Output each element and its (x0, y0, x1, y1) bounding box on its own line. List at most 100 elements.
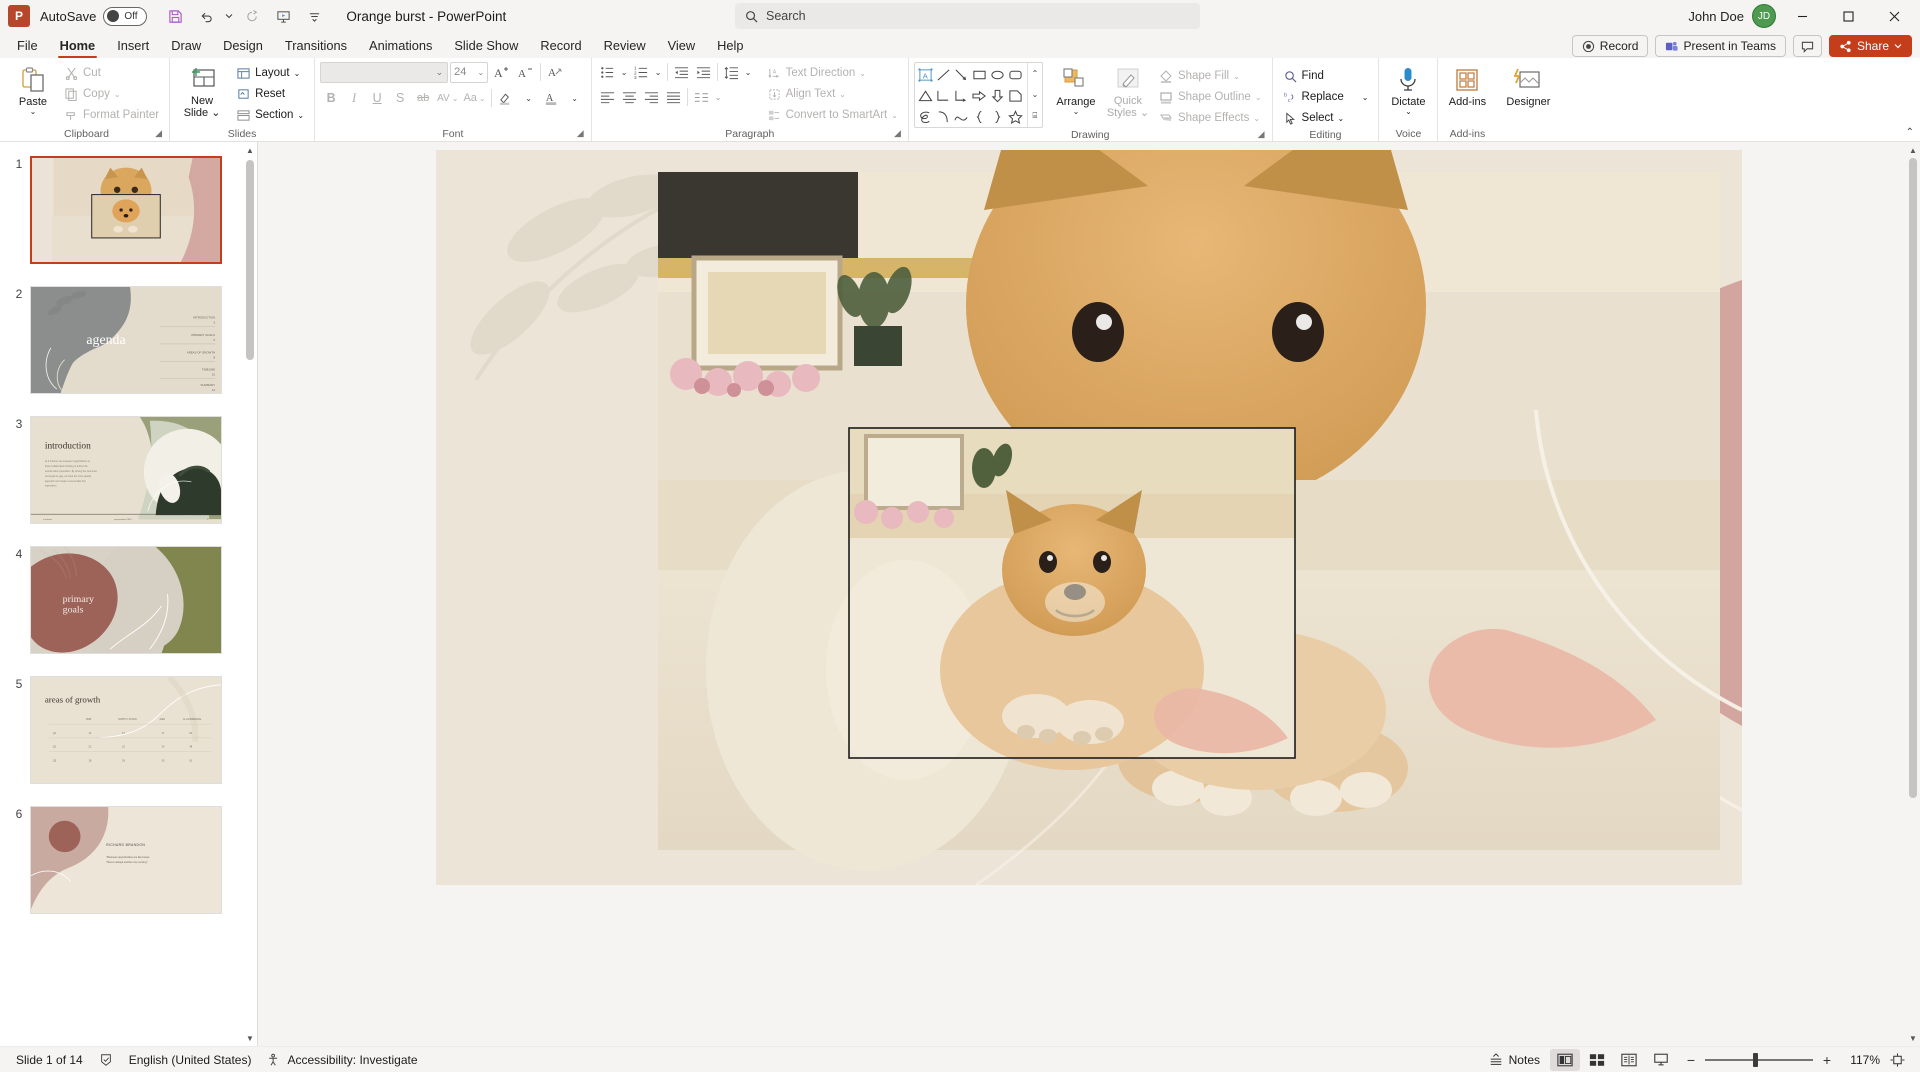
replace-button[interactable]: bc Replace ⌄ (1278, 87, 1374, 107)
columns-button[interactable] (691, 87, 712, 108)
accessibility-checker[interactable]: Accessibility: Investigate (259, 1049, 425, 1071)
shape-rounded-rectangle-icon[interactable] (1007, 64, 1025, 85)
numbering-button[interactable]: 123 (631, 62, 652, 83)
tab-view[interactable]: View (657, 35, 707, 58)
avatar[interactable]: JD (1752, 4, 1776, 28)
shape-effects-button[interactable]: Shape Effects ⌄ (1154, 108, 1267, 128)
autosave-toggle[interactable]: Off (103, 6, 148, 26)
slide-show-view-button[interactable] (1646, 1049, 1676, 1071)
shape-curve-icon[interactable] (953, 106, 971, 127)
undo-dropdown-icon[interactable] (223, 3, 235, 29)
dictate-chevron-down-icon[interactable]: ⌄ (1405, 108, 1412, 116)
thumbnail-item-3[interactable]: 3 introduction At Z Interiors we empower… (0, 416, 257, 524)
align-center-button[interactable] (619, 87, 640, 108)
canvas-scroll-down-icon[interactable]: ▼ (1906, 1030, 1920, 1046)
shapes-scroll-up-icon[interactable]: ⌃ (1032, 69, 1039, 78)
shape-fill-button[interactable]: Shape Fill ⌄ (1154, 66, 1267, 86)
font-color-button[interactable]: A (541, 88, 563, 109)
zoom-in-button[interactable]: + (1820, 1052, 1834, 1068)
arrange-button[interactable]: Arrange ⌄ (1050, 61, 1102, 116)
select-button[interactable]: Select ⌄ (1278, 108, 1374, 128)
clear-all-formatting-button[interactable]: A (545, 62, 567, 83)
text-highlight-color-button[interactable] (495, 88, 517, 109)
text-direction-button[interactable]: A Text Direction ⌄ (762, 63, 903, 83)
customize-quick-access-icon[interactable] (300, 3, 328, 29)
shapes-scroll-down-icon[interactable]: ⌄ (1032, 90, 1039, 99)
thumbnail-item-4[interactable]: 4 primary goals (0, 546, 257, 654)
shape-star-icon[interactable] (1007, 106, 1025, 127)
shape-fill-chevron-down-icon[interactable]: ⌄ (1233, 72, 1240, 81)
replace-chevron-down-icon[interactable]: ⌄ (1362, 93, 1369, 102)
normal-view-button[interactable] (1550, 1048, 1580, 1071)
addins-button[interactable]: Add-ins (1443, 61, 1491, 108)
thumbnail-scrollbar[interactable]: ▲ ▼ (243, 142, 257, 1046)
decrease-font-size-button[interactable]: A (514, 62, 536, 83)
collapse-ribbon-button[interactable]: ⌃ (1906, 127, 1914, 138)
thumbnail-slide-2[interactable]: agenda INTRODUCTION 3 PRIMARY GOALS 5 AREA… (30, 286, 222, 394)
shape-line-icon[interactable] (935, 64, 953, 85)
clipboard-dialog-launcher[interactable]: ◢ (155, 126, 162, 140)
thumbnail-slide-3[interactable]: introduction At Z Interiors we empower o… (30, 416, 222, 524)
tab-animations[interactable]: Animations (358, 35, 443, 58)
tab-review[interactable]: Review (593, 35, 657, 58)
shape-oval-icon[interactable] (989, 64, 1007, 85)
notes-button[interactable]: Notes (1481, 1049, 1548, 1071)
language-indicator[interactable]: English (United States) (121, 1049, 260, 1071)
bullets-button[interactable] (597, 62, 618, 83)
cut-button[interactable]: Cut (59, 63, 164, 83)
thumbnail-slide-5[interactable]: areas of growth B2B SUPPLY CHAIN R&D E-COMM… (30, 676, 222, 784)
quick-styles-button[interactable]: Quick Styles ⌄ (1104, 61, 1152, 119)
shapes-more-icon[interactable]: ⌸ (1033, 111, 1038, 121)
zoom-track[interactable] (1705, 1052, 1813, 1067)
shape-left-brace-icon[interactable] (971, 106, 989, 127)
spell-check-button[interactable] (91, 1049, 121, 1071)
canvas-scroll-thumb[interactable] (1909, 158, 1917, 798)
italic-button[interactable]: I (343, 88, 365, 109)
arrange-chevron-down-icon[interactable]: ⌄ (1073, 108, 1080, 116)
character-spacing-button[interactable]: AV ⌄ (435, 88, 460, 109)
shape-elbow-arrow-icon[interactable] (953, 85, 971, 106)
thumbnail-scroll-down-icon[interactable]: ▼ (243, 1030, 257, 1046)
thumbnail-scroll-up-icon[interactable]: ▲ (243, 142, 257, 158)
font-color-chevron-down-icon[interactable]: ⌄ (564, 88, 586, 109)
convert-to-smartart-button[interactable]: Convert to SmartArt ⌄ (762, 105, 903, 125)
shape-triangle-icon[interactable] (917, 85, 935, 106)
thumbnail-slide-4[interactable]: primary goals (30, 546, 222, 654)
bullets-chevron-down-icon[interactable]: ⌄ (619, 62, 630, 83)
reset-button[interactable]: Reset (231, 84, 309, 104)
new-slide-button[interactable]: New Slide ⌄ (175, 61, 229, 119)
slide-counter[interactable]: Slide 1 of 14 (8, 1049, 91, 1071)
shapes-gallery-scroll[interactable]: ⌃ ⌄ ⌸ (1026, 63, 1042, 127)
save-icon[interactable] (161, 3, 189, 29)
tab-draw[interactable]: Draw (160, 35, 212, 58)
comments-button[interactable] (1792, 35, 1822, 57)
canvas-scrollbar[interactable]: ▲ ▼ (1906, 142, 1920, 1046)
paste-button[interactable]: Paste ⌄ (9, 61, 57, 116)
dictate-button[interactable]: Dictate ⌄ (1384, 61, 1432, 116)
start-from-beginning-icon[interactable] (269, 3, 297, 29)
shape-arc-icon[interactable] (935, 106, 953, 127)
text-direction-chevron-down-icon[interactable]: ⌄ (859, 69, 866, 78)
minimize-button[interactable] (1782, 1, 1822, 31)
copy-chevron-down-icon[interactable]: ⌄ (114, 90, 121, 99)
thumbnail-item-2[interactable]: 2 agenda INTRODUCTION 3 PRIMARY GOALS 5 … (0, 286, 257, 394)
maximize-button[interactable] (1828, 1, 1868, 31)
tab-help[interactable]: Help (706, 35, 754, 58)
align-left-button[interactable] (597, 87, 618, 108)
shape-textbox-icon[interactable]: A (917, 64, 935, 85)
thumbnail-item-5[interactable]: 5 areas of growth B2B SUPPLY CHAIN R&D E-CO… (0, 676, 257, 784)
shape-effects-chevron-down-icon[interactable]: ⌄ (1253, 114, 1260, 123)
select-chevron-down-icon[interactable]: ⌄ (1338, 114, 1345, 123)
present-in-teams-button[interactable]: Present in Teams (1655, 35, 1786, 57)
layout-button[interactable]: Layout ⌄ (231, 63, 309, 83)
drawing-dialog-launcher[interactable]: ◢ (1258, 127, 1265, 141)
search-input[interactable]: Search (735, 3, 1200, 29)
zoom-slider[interactable]: − + (1684, 1052, 1834, 1068)
shape-scribble-icon[interactable] (917, 106, 935, 127)
shape-arrow-icon[interactable] (953, 64, 971, 85)
shape-outline-chevron-down-icon[interactable]: ⌄ (1255, 93, 1262, 102)
thumbnail-item-6[interactable]: 6 RICHARD BRANDON "Business opportunitie… (0, 806, 257, 914)
copy-button[interactable]: Copy ⌄ (59, 84, 164, 104)
close-button[interactable] (1874, 1, 1914, 31)
decrease-indent-button[interactable] (671, 62, 692, 83)
